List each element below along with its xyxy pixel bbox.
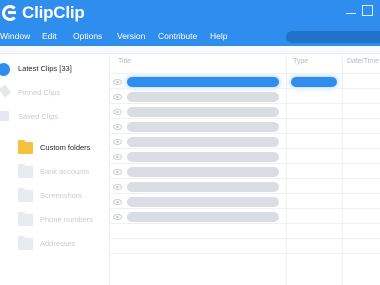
row-divider (110, 88, 380, 89)
maximize-button[interactable] (362, 5, 373, 16)
eye-icon[interactable] (113, 154, 122, 160)
menu-edit[interactable]: Edit (42, 31, 57, 41)
clip-title-cell (127, 182, 279, 192)
sidebar-item-label: Bank accounts (40, 167, 90, 176)
row-divider (110, 148, 380, 149)
clips-table: Title Type Date/Time (110, 55, 380, 285)
eye-icon[interactable] (113, 139, 122, 145)
sidebar-item-label: Addresses (40, 239, 76, 248)
row-divider (110, 73, 380, 74)
row-divider (110, 208, 380, 209)
sidebar-item-phone-numbers[interactable]: Phone numbers (0, 211, 108, 231)
sidebar-item-label: Custom folders (40, 143, 91, 152)
row-divider (110, 238, 380, 239)
clip-title-cell (127, 77, 279, 87)
sidebar-item-bank-accounts[interactable]: Bank accounts (0, 163, 108, 183)
menu-options[interactable]: Options (73, 31, 102, 41)
row-divider (110, 193, 380, 194)
eye-icon[interactable] (113, 79, 122, 85)
toolbar-separator (0, 46, 380, 54)
row-divider (110, 223, 380, 224)
sidebar-item-screenshots[interactable]: Screenshots (0, 187, 108, 207)
row-divider (110, 133, 380, 134)
eye-icon[interactable] (113, 124, 122, 130)
clip-title-cell (127, 107, 279, 117)
eye-icon[interactable] (113, 94, 122, 100)
column-header-type[interactable]: Type (293, 58, 308, 65)
eye-icon[interactable] (113, 199, 122, 205)
clipclip-logo-icon-bar (8, 11, 16, 14)
title-bar: ClipClip (0, 0, 380, 28)
column-header-datetime[interactable]: Date/Time (347, 58, 379, 65)
folder-icon (18, 212, 33, 226)
sidebar-item-custom-folders[interactable]: Custom folders (0, 139, 108, 159)
pin-icon (0, 84, 12, 98)
minimize-button[interactable] (346, 13, 356, 14)
clip-title-cell (127, 197, 279, 207)
row-divider (110, 178, 380, 179)
clip-type-cell (291, 77, 337, 87)
folder-icon (18, 164, 33, 178)
menu-window[interactable]: Window (0, 31, 30, 41)
sidebar-item-pinned-clips[interactable]: Pinned Clips (0, 84, 108, 104)
sidebar-item-label: Phone numbers (40, 215, 93, 224)
search-input[interactable] (286, 31, 380, 43)
save-icon (0, 111, 9, 121)
eye-icon[interactable] (113, 109, 122, 115)
sidebar-item-addresses[interactable]: Addresses (0, 235, 108, 255)
sidebar: Latest Clips [33] Pinned Clips Saved Cli… (0, 55, 110, 285)
sidebar-item-latest-clips[interactable]: Latest Clips [33] (0, 60, 108, 80)
folder-icon (18, 236, 33, 250)
sidebar-item-saved-clips[interactable]: Saved Clips (0, 108, 108, 128)
row-divider (110, 103, 380, 104)
column-header-title[interactable]: Title (118, 58, 131, 65)
menu-version[interactable]: Version (117, 31, 145, 41)
sidebar-item-label: Pinned Clips (18, 88, 61, 97)
eye-icon[interactable] (113, 169, 122, 175)
latest-clips-icon (0, 63, 10, 76)
clip-title-cell (127, 137, 279, 147)
eye-icon[interactable] (113, 184, 122, 190)
sidebar-item-label: Latest Clips [33] (18, 64, 72, 73)
menu-help[interactable]: Help (210, 31, 227, 41)
clip-title-cell (127, 212, 279, 222)
folder-icon (18, 188, 33, 202)
menu-contribute[interactable]: Contribute (158, 31, 197, 41)
row-divider (110, 253, 380, 254)
row-divider (110, 118, 380, 119)
app-title: ClipClip (22, 3, 85, 22)
row-divider (110, 163, 380, 164)
sidebar-item-label: Saved Clips (18, 112, 59, 121)
clip-title-cell (127, 92, 279, 102)
eye-icon[interactable] (113, 214, 122, 220)
clip-title-cell (127, 167, 279, 177)
sidebar-item-label: Screenshots (40, 191, 82, 200)
folder-icon (18, 140, 33, 154)
clip-title-cell (127, 152, 279, 162)
clip-title-cell (127, 122, 279, 132)
